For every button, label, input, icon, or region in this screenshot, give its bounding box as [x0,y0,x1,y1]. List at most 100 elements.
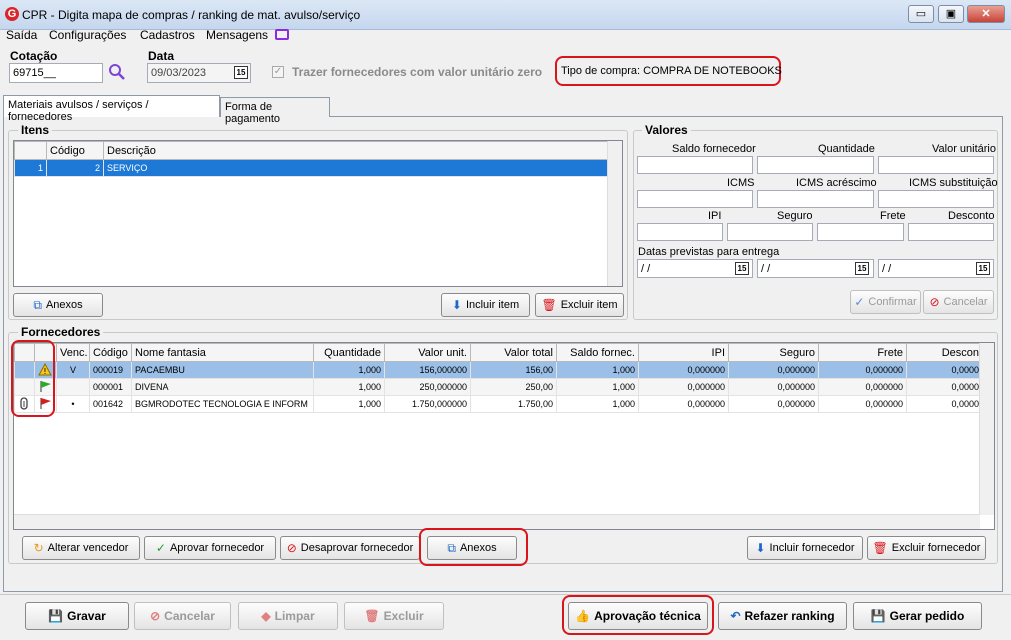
fornecedor-row[interactable]: ! V 000019 PACAEMBU 1,000 156,000000 156… [14,361,983,379]
saldo-fornecedor-input[interactable] [637,156,753,174]
forn-col-nome[interactable]: Nome fantasia [131,343,314,362]
calendar-icon[interactable]: 15 [976,262,990,275]
row-desconto: 0,0000 [906,361,983,379]
itens-col-descricao[interactable]: Descrição [103,141,609,160]
forn-col-valor-total[interactable]: Valor total [470,343,557,362]
desaprovar-fornecedor-button[interactable]: ⊘ Desaprovar fornecedor [280,536,420,560]
desconto-input[interactable] [908,223,994,241]
gerar-pedido-button[interactable]: 💾 Gerar pedido [853,602,982,630]
tab-forma-pagamento[interactable]: Forma de pagamento [220,97,330,125]
menu-cadastros[interactable]: Cadastros [140,28,195,42]
fornecedor-row[interactable]: 000001 DIVENA 1,000 250,000000 250,00 1,… [14,378,983,396]
minimize-button[interactable]: ▭ [908,5,934,23]
itens-scrollbar[interactable] [607,141,622,286]
row-ipi: 0,000000 [638,378,729,396]
calendar-icon[interactable]: 15 [735,262,749,275]
excluir-fornecedor-button[interactable]: 🗑 Excluir fornecedor [867,536,986,560]
excluir-item-button[interactable]: 🗑 Excluir item [535,293,624,317]
fornecedores-anexos-label: Anexos [459,542,497,554]
itens-row[interactable]: 1 2 SERVIÇO [14,159,609,177]
valores-title: Valores [642,123,691,137]
frete-input[interactable] [817,223,904,241]
download-icon: ⬇ [451,298,462,312]
incluir-item-button[interactable]: ⬇ Incluir item [441,293,530,317]
incluir-fornecedor-label: Incluir fornecedor [769,542,855,554]
incluir-fornecedor-button[interactable]: ⬇ Incluir fornecedor [747,536,863,560]
check-icon: ✓ [155,541,166,555]
icms-substituicao-input[interactable] [878,190,994,208]
confirmar-button[interactable]: ✓ Confirmar [850,290,921,314]
row-ipi: 0,000000 [638,395,729,413]
alterar-vencedor-button[interactable]: ↻ Alterar vencedor [22,536,140,560]
cancelar-button[interactable]: ⊘ Cancelar [134,602,231,630]
fornecedores-title: Fornecedores [18,325,104,339]
forn-col-saldo[interactable]: Saldo fornec. [556,343,639,362]
menu-configuracoes[interactable]: Configurações [49,28,126,42]
forn-col-ipi[interactable]: IPI [638,343,729,362]
aprovar-fornecedor-button[interactable]: ✓ Aprovar fornecedor [144,536,276,560]
seguro-input[interactable] [727,223,813,241]
calendar-icon[interactable]: 15 [234,66,248,79]
forn-col-desconto[interactable]: Descon [906,343,983,362]
itens-col-codigo[interactable]: Código [46,141,104,160]
forn-col-valor-unit[interactable]: Valor unit. [384,343,471,362]
refazer-ranking-button[interactable]: ↶ Refazer ranking [718,602,847,630]
row-nome: PACAEMBU [131,361,314,379]
menu-saida[interactable]: Saída [6,28,37,42]
data-label: Data [148,49,175,63]
row-nome: BGMRODOTEC TECNOLOGIA E INFORM [131,395,314,413]
search-icon[interactable] [108,63,126,81]
fornecedores-scrollbar-v[interactable] [979,343,994,515]
maximize-button[interactable]: ▣ [938,5,964,23]
forn-col-frete[interactable]: Frete [818,343,907,362]
row-codigo: 001642 [89,395,132,413]
incluir-item-label: Incluir item [465,299,520,311]
undo-icon: ↶ [730,609,741,623]
limpar-button[interactable]: ◆ Limpar [238,602,338,630]
itens-row-codigo: 2 [46,159,104,177]
thumbs-up-icon: 👍 [575,609,591,623]
excluir-button[interactable]: 🗑 Excluir [344,602,444,630]
forn-col-quantidade[interactable]: Quantidade [313,343,385,362]
row-ipi: 0,000000 [638,361,729,379]
frete-label: Frete [880,210,906,222]
cotacao-label: Cotação [10,49,58,63]
row-nome: DIVENA [131,378,314,396]
tipo-compra-label: Tipo de compra: COMPRA DE NOTEBOOKS [561,65,782,77]
row-desconto: 0,0000 [906,378,983,396]
fornecedores-grid[interactable]: Venc. Código Nome fantasia Quantidade Va… [13,342,995,530]
icms-acrescimo-input[interactable] [757,190,874,208]
icms-input[interactable] [637,190,753,208]
gravar-button[interactable]: 💾 Gravar [25,602,129,630]
refazer-label: Refazer ranking [744,609,835,623]
valores-cancelar-button[interactable]: ⊘ Cancelar [923,290,994,314]
fornecedor-row[interactable]: • 001642 BGMRODOTEC TECNOLOGIA E INFORM … [14,395,983,413]
quantidade-input[interactable] [757,156,874,174]
tab-materiais[interactable]: Materiais avulsos / serviços / fornecedo… [3,95,220,123]
forn-col-seguro[interactable]: Seguro [728,343,819,362]
fornecedores-scrollbar-h[interactable] [14,514,980,529]
saldo-fornecedor-label: Saldo fornecedor [672,143,756,155]
row-venc: V [56,361,90,379]
ipi-input[interactable] [637,223,723,241]
itens-grid[interactable]: Código Descrição 1 2 SERVIÇO [13,140,623,287]
forn-col-venc[interactable]: Venc. [56,343,90,362]
trazer-label: Trazer fornecedores com valor unitário z… [292,65,543,79]
cotacao-input[interactable]: 69715__ [9,63,103,83]
itens-col-num[interactable] [14,141,47,160]
desconto-label: Desconto [948,210,995,222]
row-quantidade: 1,000 [313,378,385,396]
itens-anexos-button[interactable]: ⧉ Anexos [13,293,103,317]
calendar-icon[interactable]: 15 [855,262,869,275]
close-button[interactable]: ✕ [967,5,1005,23]
fornecedores-anexos-button[interactable]: ⧉ Anexos [427,536,517,560]
message-icon[interactable] [275,29,289,40]
forn-col-codigo[interactable]: Código [89,343,132,362]
cancel-icon: ⊘ [286,541,297,555]
trazer-checkbox[interactable]: ✓ [272,66,284,78]
gerar-label: Gerar pedido [889,609,965,623]
aprovacao-tecnica-button[interactable]: 👍 Aprovação técnica [568,602,708,630]
row-venc: • [56,395,90,413]
valor-unitario-input[interactable] [878,156,994,174]
menu-mensagens[interactable]: Mensagens [206,28,268,42]
